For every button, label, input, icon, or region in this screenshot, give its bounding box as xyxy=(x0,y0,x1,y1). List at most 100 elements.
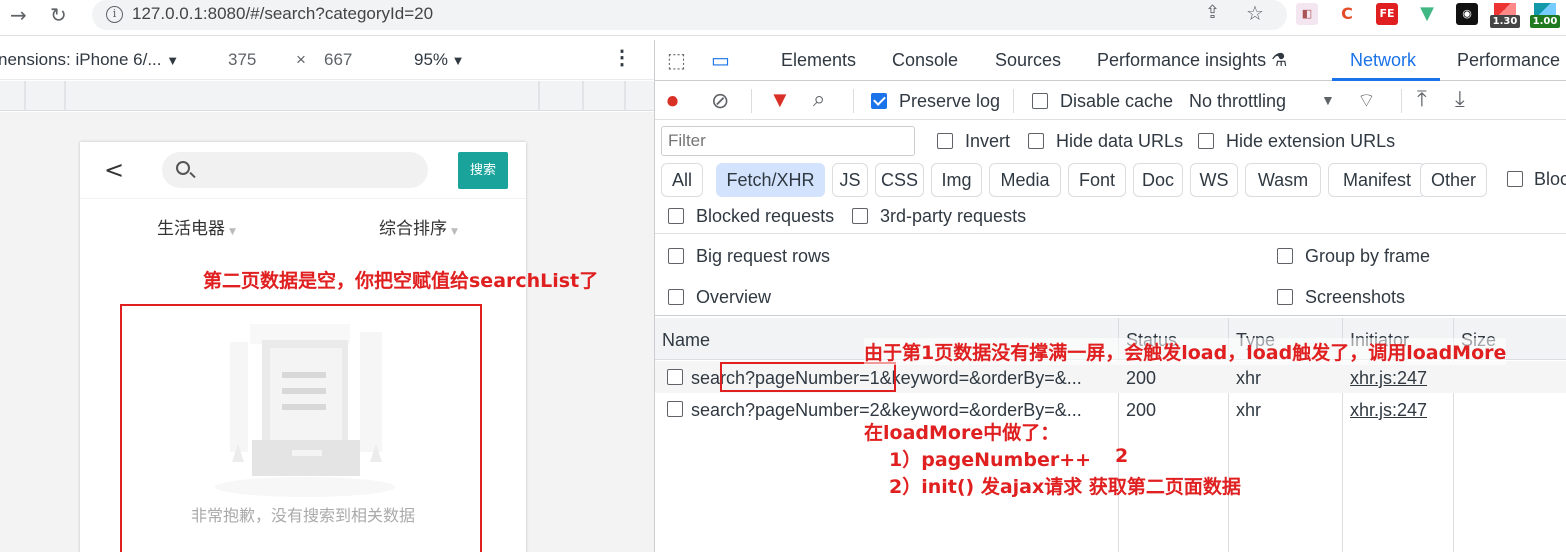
request-initiator-link[interactable]: xhr.js:247 xyxy=(1350,400,1427,421)
device-width[interactable]: 375 xyxy=(228,50,256,70)
search-input[interactable] xyxy=(162,152,428,188)
ruler-segment xyxy=(624,81,626,111)
request-initiator-link[interactable]: xhr.js:247 xyxy=(1350,368,1427,389)
record-icon[interactable]: ⏺ xyxy=(667,88,678,114)
group-by-frame-label: Group by frame xyxy=(1305,246,1431,266)
search-icon[interactable]: ⌕ xyxy=(813,86,825,112)
throttling-select[interactable]: No throttling xyxy=(1189,91,1286,112)
annotation-highlight-box xyxy=(120,304,482,552)
type-filter-doc[interactable]: Doc xyxy=(1133,163,1183,197)
type-filter-css[interactable]: CSS xyxy=(875,163,924,197)
toolbar-separator xyxy=(1401,89,1402,113)
annotation-left: 第二页数据是空，你把空赋值给searchList了 xyxy=(203,270,599,292)
blocked-cookies-checkbox[interactable] xyxy=(1507,171,1523,187)
device-name: nensions: iPhone 6/... xyxy=(0,50,162,69)
extension-icon[interactable]: ◧ xyxy=(1296,3,1318,25)
category-filter[interactable]: 生活电器 ▼ xyxy=(157,214,236,239)
search-icon xyxy=(176,161,190,175)
filter-funnel-icon[interactable]: ▼ xyxy=(769,87,791,113)
ruler-segment xyxy=(538,81,540,111)
extension-badge2-icon[interactable]: 1.00 xyxy=(1530,3,1560,28)
device-height[interactable]: 667 xyxy=(324,50,352,70)
blocked-requests-checkbox[interactable] xyxy=(668,208,684,224)
type-filter-other[interactable]: Other xyxy=(1420,163,1487,197)
group-by-frame-checkbox[interactable] xyxy=(1277,248,1293,264)
invert-checkbox[interactable] xyxy=(937,133,953,149)
row-checkbox[interactable] xyxy=(667,369,683,385)
request-status: 200 xyxy=(1126,400,1157,420)
import-har-icon[interactable]: ⤒ xyxy=(1417,86,1427,112)
tab-elements[interactable]: Elements xyxy=(781,50,856,71)
type-filter-manifest[interactable]: Manifest xyxy=(1328,163,1426,197)
site-info-icon[interactable]: i xyxy=(106,6,123,23)
tab-console[interactable]: Console xyxy=(892,50,958,71)
network-conditions-icon[interactable]: ⌔ xyxy=(1357,88,1376,113)
blocked-requests-label: Blocked requests xyxy=(696,206,835,226)
blocked-cookies-label: Bloc xyxy=(1534,169,1566,189)
toolbar-separator xyxy=(1013,89,1014,113)
request-type: xhr xyxy=(1236,368,1262,388)
zoom-select[interactable]: 95% ▼ xyxy=(414,50,465,70)
chevron-down-icon[interactable]: ▼ xyxy=(1321,92,1335,108)
column-name[interactable]: Name xyxy=(662,330,710,351)
toolbar-separator xyxy=(853,89,854,113)
category-filter-label: 生活电器 xyxy=(157,219,225,239)
type-filter-img[interactable]: Img xyxy=(931,163,982,197)
resource-type-filters: All Fetch/XHR JS CSS Img Media Font Doc … xyxy=(655,162,1566,200)
filter-input[interactable] xyxy=(661,126,915,156)
ruler-segment xyxy=(582,81,584,111)
chevron-down-icon: ▼ xyxy=(166,53,180,68)
row-checkbox[interactable] xyxy=(667,401,683,417)
reload-icon[interactable]: ↻ xyxy=(50,3,67,27)
bookmark-star-icon[interactable]: ☆ xyxy=(1246,1,1264,25)
share-icon[interactable]: ⇪ xyxy=(1205,2,1220,23)
type-filter-js[interactable]: JS xyxy=(832,163,868,197)
device-select[interactable]: nensions: iPhone 6/... ▼ xyxy=(0,50,179,70)
export-har-icon[interactable]: ⤓ xyxy=(1455,86,1465,112)
annotation-step1: 1）pageNumber++ xyxy=(889,449,1092,471)
hide-extension-urls-label: Hide extension URLs xyxy=(1226,131,1396,151)
more-options-icon[interactable]: ⋮ xyxy=(612,48,632,68)
extension-badge-icon[interactable]: 1.30 xyxy=(1490,3,1520,28)
type-filter-media[interactable]: Media xyxy=(989,163,1061,197)
preserve-log-checkbox[interactable] xyxy=(871,93,887,109)
type-filter-ws[interactable]: WS xyxy=(1190,163,1238,197)
type-filter-all[interactable]: All xyxy=(661,163,703,197)
caret-down-icon: ▼ xyxy=(229,227,236,237)
screenshots-checkbox[interactable] xyxy=(1277,289,1293,305)
device-toggle-icon[interactable]: ▭ xyxy=(711,48,730,73)
toolbar-separator xyxy=(751,89,752,113)
annotation-right-mid: 在loadMore中做了： xyxy=(864,422,1060,444)
disable-cache-checkbox[interactable] xyxy=(1032,93,1048,109)
hide-extension-urls-checkbox[interactable] xyxy=(1198,133,1214,149)
tab-sources[interactable]: Sources xyxy=(995,50,1061,71)
search-button[interactable]: 搜索 xyxy=(458,152,508,189)
vue-devtools-icon[interactable]: ▼ xyxy=(1416,3,1438,25)
extension-dark-icon[interactable]: ◉ xyxy=(1456,3,1478,25)
tab-performance-insights[interactable]: Performance insights ⚗ xyxy=(1097,50,1287,71)
url-text: 127.0.0.1:8080/#/search?categoryId=20 xyxy=(132,4,434,23)
extension-c-icon[interactable]: C xyxy=(1336,3,1358,25)
inspect-element-icon[interactable]: ⬚ xyxy=(667,48,686,73)
big-request-rows-checkbox[interactable] xyxy=(668,248,684,264)
chevron-down-icon: ▼ xyxy=(448,53,465,68)
address-bar[interactable]: i 127.0.0.1:8080/#/search?categoryId=20 … xyxy=(92,0,1287,30)
tab-performance[interactable]: Performance xyxy=(1457,50,1560,71)
flask-icon: ⚗ xyxy=(1271,50,1288,70)
forward-icon[interactable]: → xyxy=(10,3,27,27)
tab-network[interactable]: Network xyxy=(1350,50,1416,71)
active-tab-indicator xyxy=(1332,78,1440,81)
request-type: xhr xyxy=(1236,400,1262,420)
sort-filter[interactable]: 综合排序 ▼ xyxy=(379,214,458,239)
back-arrow-icon[interactable]: < xyxy=(104,156,124,184)
type-filter-font[interactable]: Font xyxy=(1068,163,1126,197)
extension-fe-icon[interactable]: FE xyxy=(1376,3,1398,25)
hide-data-urls-checkbox[interactable] xyxy=(1028,133,1044,149)
type-filter-wasm[interactable]: Wasm xyxy=(1245,163,1321,197)
type-filter-fetch-xhr[interactable]: Fetch/XHR xyxy=(716,163,825,197)
clear-icon[interactable]: ⊘ xyxy=(711,88,729,114)
overview-checkbox[interactable] xyxy=(668,289,684,305)
third-party-checkbox[interactable] xyxy=(852,208,868,224)
ruler-segment xyxy=(24,81,26,111)
table-row[interactable]: search?pageNumber=2&keyword=&orderBy=&..… xyxy=(655,393,1566,425)
